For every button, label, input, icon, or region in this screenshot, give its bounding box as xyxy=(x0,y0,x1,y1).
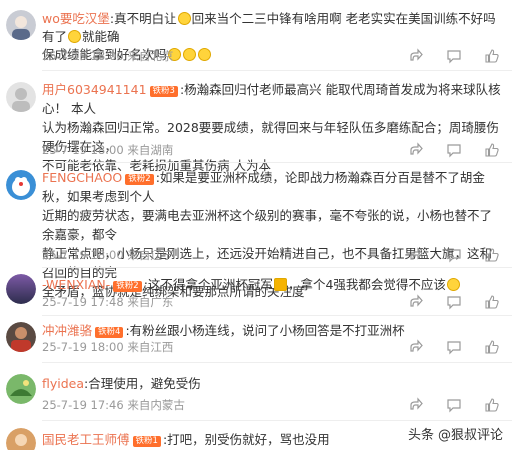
share-icon[interactable] xyxy=(408,294,424,310)
avatar[interactable] xyxy=(6,10,36,40)
username[interactable]: -WENXIAN- xyxy=(42,277,110,292)
like-icon[interactable] xyxy=(484,339,500,355)
fan-badge: 铁粉2 xyxy=(113,281,142,292)
avatar-image xyxy=(6,274,36,304)
divider xyxy=(42,362,512,363)
avatar-image xyxy=(6,10,36,40)
username[interactable]: wo要吃汉堡 xyxy=(42,11,110,26)
share-icon[interactable] xyxy=(408,397,424,413)
comment-actions xyxy=(384,339,504,355)
username[interactable]: flyidea xyxy=(42,376,84,391)
avatar[interactable] xyxy=(6,82,36,112)
username[interactable]: FENGCHAOO xyxy=(42,170,122,185)
divider xyxy=(42,315,512,316)
avatar-image xyxy=(6,322,36,352)
emoji-icon xyxy=(68,30,82,43)
fan-badge: 铁粉4 xyxy=(95,327,124,338)
comment-text: 打吧，别受伤就好，骂也没用 xyxy=(167,432,330,447)
comment-actions xyxy=(384,142,504,158)
avatar[interactable] xyxy=(6,374,36,404)
avatar[interactable] xyxy=(6,322,36,352)
comment-icon[interactable] xyxy=(446,397,462,413)
comment-icon[interactable] xyxy=(446,48,462,64)
divider xyxy=(42,267,512,268)
comment-actions xyxy=(384,48,504,64)
avatar-image xyxy=(6,82,36,112)
comment-meta: 25-7-19 18:00 来自辽宁 xyxy=(42,248,174,262)
avatar[interactable] xyxy=(6,170,36,200)
comment-actions xyxy=(384,247,504,263)
like-icon[interactable] xyxy=(484,294,500,310)
comment-text: ，拿个4强我都会觉得不应该 xyxy=(287,277,446,292)
avatar[interactable] xyxy=(6,274,36,304)
trophy-icon xyxy=(273,278,287,291)
fan-badge: 铁粉1 xyxy=(132,436,161,447)
comment-meta: 25-7-19 17:48 来自广东 xyxy=(42,295,174,309)
share-icon[interactable] xyxy=(408,142,424,158)
emoji-icon xyxy=(177,12,191,25)
comment-icon[interactable] xyxy=(446,142,462,158)
comment-meta: 25-7-19 17:46 来自内蒙古 xyxy=(42,398,185,412)
comment-text: 有粉丝跟小杨连线，说问了小杨回答是不打亚洲杯 xyxy=(129,323,405,338)
comment-text: 合理使用，避免受伤 xyxy=(88,376,201,391)
avatar[interactable] xyxy=(6,428,36,450)
comment-text: 近期的疲劳状态，要满电去亚洲杯这个级别的赛事，毫不夸张的说，小杨也替不了余嘉豪，… xyxy=(42,208,493,242)
divider xyxy=(42,162,512,163)
comment-text: 这不得拿个亚洲杯冠军 xyxy=(147,277,273,292)
avatar-image xyxy=(6,374,36,404)
like-icon[interactable] xyxy=(484,142,500,158)
avatar-image xyxy=(6,428,36,450)
fan-badge: 铁粉3 xyxy=(149,86,178,97)
share-icon[interactable] xyxy=(408,339,424,355)
share-icon[interactable] xyxy=(408,48,424,64)
share-icon[interactable] xyxy=(408,247,424,263)
like-icon[interactable] xyxy=(484,397,500,413)
account-name: @狠叔评论 xyxy=(438,427,504,443)
emoji-icon xyxy=(446,278,460,291)
watermark: 头条 @狠叔评论 xyxy=(404,420,508,446)
fan-badge: 铁粉2 xyxy=(125,174,154,185)
comment-text: 真不明白让 xyxy=(114,11,177,26)
like-icon[interactable] xyxy=(484,247,500,263)
comment-text: 就能确 xyxy=(82,29,120,44)
comment-icon[interactable] xyxy=(446,247,462,263)
comment-meta: 25-7-19 18:00 来自北京 xyxy=(42,49,174,63)
avatar-image xyxy=(6,170,36,200)
emoji-icon xyxy=(183,48,197,61)
comment-icon[interactable] xyxy=(446,294,462,310)
comment-actions xyxy=(384,294,504,310)
emoji-icon xyxy=(198,48,212,61)
like-icon[interactable] xyxy=(484,48,500,64)
username[interactable]: 用户6034941141 xyxy=(42,82,147,97)
username[interactable]: 冲冲潍骆 xyxy=(42,323,92,338)
comment-actions xyxy=(384,397,504,413)
platform-name: 头条 xyxy=(408,427,435,443)
comment-icon[interactable] xyxy=(446,339,462,355)
divider xyxy=(42,70,512,71)
comment-meta: 25-7-19 18:00 来自湖南 xyxy=(42,143,174,157)
comment-meta: 25-7-19 18:00 来自江西 xyxy=(42,340,174,354)
username[interactable]: 国民老工王师傅 xyxy=(42,432,130,447)
